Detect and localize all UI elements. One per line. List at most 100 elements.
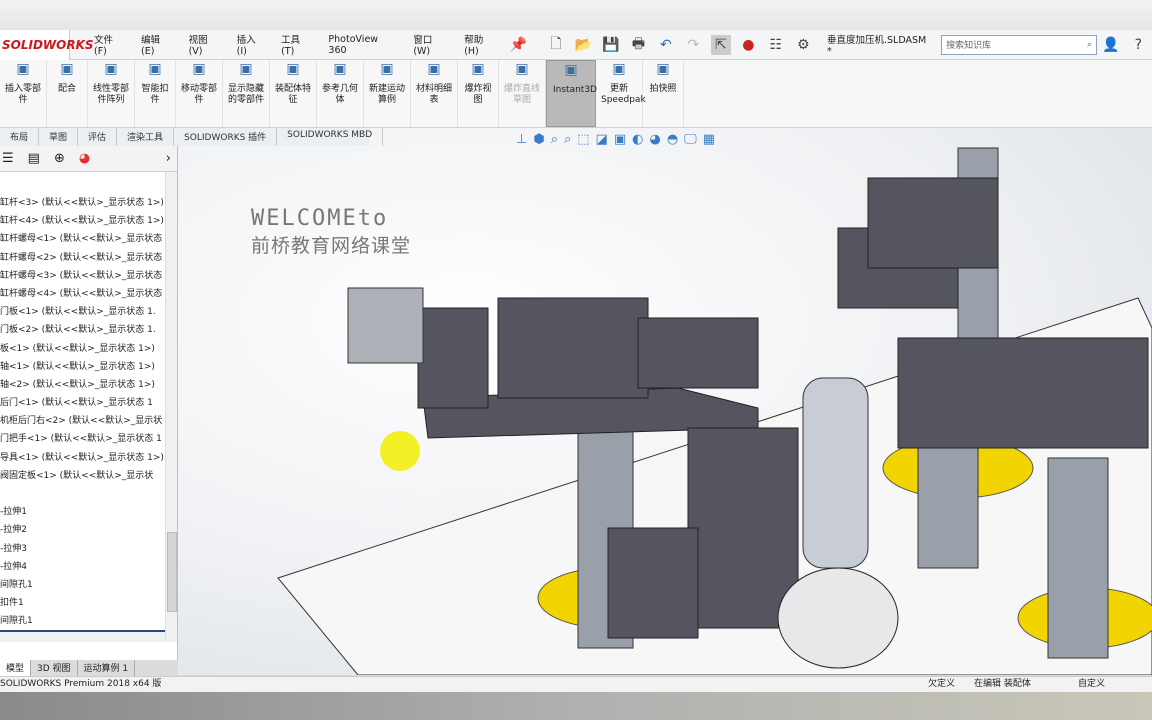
- zoom-selection-icon[interactable]: ⌕: [564, 132, 571, 147]
- tree-item[interactable]: 缸杆螺母<4> (默认<<默认>_显示状态: [0, 285, 165, 303]
- configuration-tab-icon[interactable]: ⊕: [54, 151, 65, 166]
- tree-item[interactable]: 缸杆螺母<1> (默认<<默认>_显示状态: [0, 230, 165, 248]
- tab-evaluate[interactable]: 评估: [78, 128, 118, 146]
- video-letterbox-bottom: [0, 692, 1152, 720]
- cmd-assembly-feature-button[interactable]: ▣ 装配体特征: [270, 60, 317, 127]
- undo-icon[interactable]: ↶: [656, 35, 675, 55]
- menu-photoview[interactable]: PhotoView 360: [320, 34, 405, 56]
- tree-item[interactable]: [0, 485, 165, 503]
- tree-item[interactable]: -拉伸4: [0, 558, 165, 576]
- cmd-exploded-view-button[interactable]: ▣ 爆炸视图: [458, 60, 499, 127]
- cmd-explode-line-button[interactable]: ▣ 爆炸直线草图: [499, 60, 546, 127]
- tab-render-tools[interactable]: 渲染工具: [117, 128, 175, 146]
- tree-item[interactable]: 缸杆螺母<3> (默认<<默认>_显示状态: [0, 267, 165, 285]
- user-icon[interactable]: 👤: [1101, 35, 1120, 55]
- panel-expand-chevron-icon[interactable]: ›: [166, 151, 171, 166]
- graphics-viewport[interactable]: WELCOMEto 前桥教育网络课堂 ⊥ ⬢ ⌕ ⌕ ⬚ ◪ ▣ ◐ ◕ ◓ 🖵…: [178, 128, 1152, 675]
- menu-edit[interactable]: 编辑(E): [133, 32, 181, 57]
- select-cursor-icon[interactable]: ⇱: [711, 34, 731, 55]
- cmd-pattern-button[interactable]: ▣ 线性零部件阵列: [88, 60, 135, 127]
- tree-item[interactable]: 门板<1> (默认<<默认>_显示状态 1.: [0, 303, 165, 321]
- tree-item[interactable]: 轴<2> (默认<<默认>_显示状态 1>): [0, 376, 165, 394]
- tree-item[interactable]: -拉伸3: [0, 540, 165, 558]
- tab-sketch[interactable]: 草图: [39, 128, 79, 146]
- tab-addins[interactable]: SOLIDWORKS 插件: [174, 128, 278, 146]
- assembly-feature-icon: ▣: [286, 61, 300, 77]
- cmd-move-component-button[interactable]: ▣ 移动零部件: [176, 60, 223, 127]
- zoom-area-icon[interactable]: ⌕: [551, 132, 558, 147]
- bottle: [802, 377, 869, 569]
- menu-window[interactable]: 窗口(W): [405, 32, 456, 57]
- cmd-smart-fastener-button[interactable]: ▣ 智能扣件: [135, 60, 176, 127]
- cmd-show-hidden-button[interactable]: ▣ 显示隐藏的零部件: [223, 60, 270, 127]
- menu-file[interactable]: 文件(F): [86, 32, 133, 57]
- tab-3d-views[interactable]: 3D 视图: [31, 660, 78, 676]
- tree-item[interactable]: 门把手<1> (默认<<默认>_显示状态 1: [0, 430, 165, 448]
- search-icon[interactable]: ⌕: [1087, 40, 1092, 50]
- hide-show-icon[interactable]: ◐: [632, 132, 643, 147]
- tree-item[interactable]: 后门<1> (默认<<默认>_显示状态 1: [0, 394, 165, 412]
- cmd-motion-study-button[interactable]: ▣ 新建运动算例: [364, 60, 411, 127]
- scene-icon[interactable]: ◓: [667, 132, 678, 147]
- feature-tree-tab-icon[interactable]: ☰: [2, 151, 14, 166]
- cmd-mate-button[interactable]: ▣ 配合: [47, 60, 88, 127]
- menu-view[interactable]: 视图(V): [181, 32, 229, 57]
- tab-layout[interactable]: 布局: [0, 128, 40, 146]
- options-gear-icon[interactable]: ⚙: [794, 35, 813, 55]
- open-icon[interactable]: 📂: [574, 35, 593, 55]
- tab-mbd[interactable]: SOLIDWORKS MBD: [277, 128, 384, 146]
- new-document-icon[interactable]: 🗋: [546, 35, 565, 55]
- cmd-instant3d-button[interactable]: ▣ Instant3D: [546, 60, 597, 127]
- status-bar: SOLIDWORKS Premium 2018 x64 版 欠定义 在编辑 装配…: [0, 676, 1152, 692]
- previous-view-icon[interactable]: ⬚: [577, 132, 589, 147]
- tree-item[interactable]: 扣件1: [0, 594, 165, 612]
- cmd-reference-geometry-button[interactable]: ▣ 参考几何体: [317, 60, 364, 127]
- tab-model[interactable]: 模型: [0, 660, 32, 676]
- section-view-icon[interactable]: ◪: [596, 132, 608, 147]
- cmd-camera-button[interactable]: ▣ 拍快照: [643, 60, 684, 127]
- display-style-icon[interactable]: ▣: [614, 132, 626, 147]
- cmd-speedpak-button[interactable]: ▣ 更新Speedpak: [596, 60, 646, 127]
- tree-item[interactable]: 缸杆螺母<2> (默认<<默认>_显示状态: [0, 249, 165, 267]
- cmd-label: 线性零部件阵列: [93, 84, 130, 105]
- cmd-insert-component-button[interactable]: ▣ 插入零部件: [0, 60, 47, 127]
- status-units[interactable]: 自定义: [1078, 677, 1105, 692]
- help-icon[interactable]: ?: [1129, 35, 1148, 55]
- tree-item[interactable]: 间隙孔1: [0, 612, 165, 630]
- appearance-icon[interactable]: ◕: [649, 132, 660, 147]
- tree-item[interactable]: -拉伸1: [0, 503, 165, 521]
- file-properties-icon[interactable]: ☷: [766, 35, 785, 55]
- tree-vertical-scrollbar[interactable]: [165, 172, 177, 642]
- tree-item[interactable]: -拉伸2: [0, 521, 165, 539]
- property-manager-tab-icon[interactable]: ▤: [28, 151, 40, 166]
- zoom-to-fit-icon[interactable]: ⬢: [533, 132, 544, 147]
- view-settings-icon[interactable]: ▦: [703, 132, 715, 147]
- cmd-bom-button[interactable]: ▣ 材料明细表: [411, 60, 458, 127]
- tree-item[interactable]: 轴<1> (默认<<默认>_显示状态 1>): [0, 358, 165, 376]
- tree-item[interactable]: 缸杆<3> (默认<<默认>_显示状态 1>): [0, 194, 165, 212]
- tab-motion-study[interactable]: 运动算例 1: [78, 660, 136, 676]
- menu-help[interactable]: 帮助(H): [456, 32, 505, 57]
- appearance-tab-icon[interactable]: ◕: [79, 151, 90, 166]
- tree-item[interactable]: 导具<1> (默认<<默认>_显示状态 1>): [0, 449, 165, 467]
- tree-item[interactable]: 缸杆<4> (默认<<默认>_显示状态 1>): [0, 212, 165, 230]
- scrollbar-thumb[interactable]: [167, 532, 177, 612]
- reference-geometry-icon: ▣: [333, 61, 347, 77]
- search-knowledge-base-input[interactable]: 搜索知识库 ⌕: [941, 34, 1098, 55]
- tree-item[interactable]: 门板<2> (默认<<默认>_显示状态 1.: [0, 321, 165, 339]
- pin-icon[interactable]: 📌: [509, 35, 528, 55]
- save-icon[interactable]: 💾: [601, 35, 620, 55]
- tree-item[interactable]: 板<1> (默认<<默认>_显示状态 1>): [0, 340, 165, 358]
- tree-item[interactable]: 间隙孔1: [0, 576, 165, 594]
- rebuild-icon[interactable]: ●: [739, 35, 758, 55]
- tree-horizontal-scrollbar[interactable]: [0, 630, 165, 642]
- motion-study-icon: ▣: [380, 61, 394, 77]
- print-icon[interactable]: 🖶: [629, 35, 648, 55]
- view-orientation-icon[interactable]: ⊥: [516, 132, 527, 147]
- tree-item[interactable]: 阀固定板<1> (默认<<默认>_显示状: [0, 467, 165, 485]
- tree-item[interactable]: 机柜后门右<2> (默认<<默认>_显示状: [0, 412, 165, 430]
- menu-tools[interactable]: 工具(T): [273, 32, 320, 57]
- menu-insert[interactable]: 插入(I): [229, 32, 273, 57]
- redo-icon[interactable]: ↷: [684, 35, 703, 55]
- monitor-icon[interactable]: 🖵: [684, 132, 697, 147]
